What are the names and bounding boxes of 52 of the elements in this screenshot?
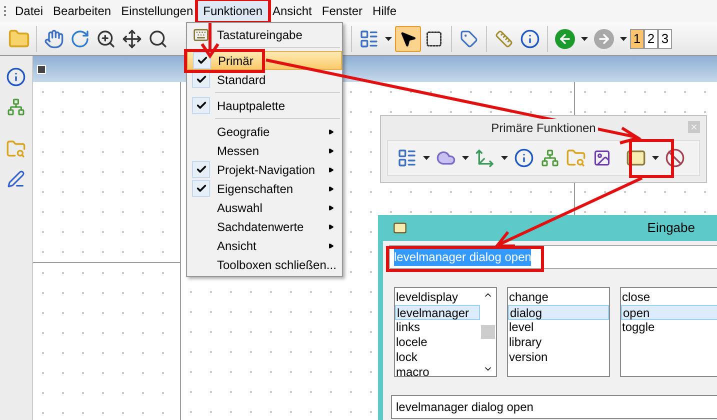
history-field[interactable]: levelmanager dialog open bbox=[391, 395, 717, 419]
list-item[interactable]: links bbox=[395, 320, 480, 335]
page-button[interactable]: 2 bbox=[644, 28, 658, 48]
list-item[interactable]: macro bbox=[395, 365, 480, 380]
list-item[interactable]: change bbox=[508, 290, 609, 305]
menu-item[interactable]: Fenster bbox=[316, 1, 368, 21]
menu-item[interactable]: Ansicht bbox=[268, 1, 317, 21]
menu-entry[interactable]: Toolboxen schließen... bbox=[187, 255, 342, 274]
page-button[interactable]: 3 bbox=[658, 28, 672, 48]
menu-entry[interactable]: Eigenschaften bbox=[187, 179, 342, 198]
caret-icon[interactable] bbox=[462, 156, 469, 160]
menu-item[interactable]: Datei bbox=[10, 1, 48, 21]
menu-entry[interactable]: Auswahl bbox=[187, 198, 342, 217]
caret-icon[interactable] bbox=[620, 36, 627, 40]
keyword-list[interactable]: close open toggle bbox=[620, 287, 717, 377]
menu-entry[interactable]: Primär bbox=[187, 51, 342, 70]
list-item[interactable]: toggle bbox=[621, 320, 717, 335]
list-item[interactable]: library bbox=[508, 335, 609, 350]
page-button[interactable]: 1 bbox=[630, 28, 644, 48]
keyword-list[interactable]: leveldisplay levelmanager links locele lock macro bbox=[394, 287, 497, 377]
menu-entry[interactable]: Messen bbox=[187, 141, 342, 160]
caret-icon[interactable] bbox=[581, 36, 588, 40]
list-item[interactable]: levelmanager bbox=[395, 305, 480, 320]
menu-item[interactable]: Bearbeiten bbox=[48, 1, 116, 21]
caret-icon[interactable] bbox=[423, 156, 430, 160]
list-item[interactable]: version bbox=[508, 350, 609, 365]
menu-item[interactable]: Einstellungen bbox=[116, 1, 198, 21]
pointer-icon[interactable] bbox=[395, 26, 421, 52]
list-item[interactable]: open bbox=[621, 305, 717, 320]
list-item[interactable]: lock bbox=[395, 350, 480, 365]
view-menu-icon[interactable] bbox=[37, 64, 46, 74]
scroll-thumb[interactable] bbox=[481, 325, 495, 339]
menu-entry[interactable]: Geografie bbox=[187, 122, 342, 141]
list-item[interactable]: level bbox=[508, 320, 609, 335]
menu-entry[interactable]: Projekt-Navigation bbox=[187, 160, 342, 179]
menu-entry[interactable]: Tastatureingabe bbox=[187, 25, 342, 44]
menu-entry[interactable]: Sachdatenwerte bbox=[187, 217, 342, 236]
menu-entry[interactable]: Standard bbox=[187, 70, 342, 89]
menu-entry[interactable]: Hauptpalette bbox=[187, 96, 342, 115]
keyword-list[interactable]: change dialog level library version bbox=[507, 287, 610, 377]
caret-icon[interactable] bbox=[501, 156, 508, 160]
highlight-frame bbox=[629, 139, 674, 178]
window-title: Eingabe bbox=[647, 219, 695, 238]
menu-entry[interactable]: Ansicht bbox=[187, 236, 342, 255]
list-item[interactable]: dialog bbox=[508, 305, 609, 320]
list-item[interactable]: close bbox=[621, 290, 717, 305]
list-item[interactable]: locele bbox=[395, 335, 480, 350]
menu-item[interactable]: Hilfe bbox=[368, 1, 402, 21]
list-item[interactable]: leveldisplay bbox=[395, 290, 480, 305]
caret-icon[interactable] bbox=[652, 156, 659, 160]
menu-item[interactable]: Funktionen bbox=[198, 1, 268, 21]
caret-icon[interactable] bbox=[385, 36, 392, 40]
